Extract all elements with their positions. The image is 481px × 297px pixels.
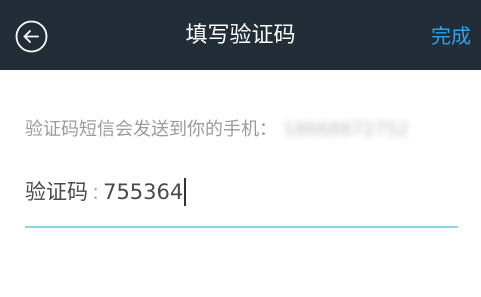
sms-notice-text: 验证码短信会发送到你的手机： (25, 119, 277, 140)
page-title: 填写验证码 (185, 23, 296, 48)
code-label: 验证码 (25, 180, 88, 204)
verification-code-field: 验证码 : 755364 (25, 175, 187, 209)
phone-number: 18668872752 (283, 119, 409, 140)
code-separator: : (92, 180, 100, 204)
sms-notice: 验证码短信会发送到你的手机： 18668872752 (25, 117, 409, 143)
text-cursor (184, 178, 187, 206)
code-input[interactable]: 755364 (103, 175, 187, 209)
done-button[interactable]: 完成 (431, 23, 471, 49)
code-input-value: 755364 (103, 180, 184, 204)
input-underline (25, 226, 458, 228)
navigation-bar: 填写验证码 完成 (0, 0, 481, 70)
